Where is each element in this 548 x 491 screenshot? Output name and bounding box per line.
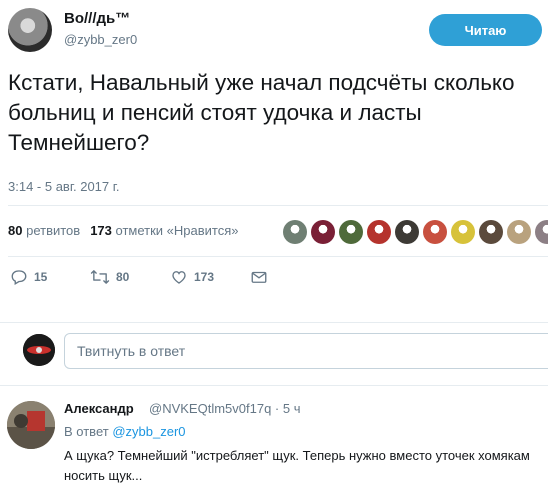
liker-avatar-6[interactable] <box>423 220 447 244</box>
retweets-stat[interactable]: 80 ретвитов <box>8 223 80 238</box>
tweet-text: Кстати, Навальный уже начал подсчёты ско… <box>8 70 515 155</box>
tweet-actions: 15 80 173 <box>0 268 300 292</box>
reply-in-reply-to: В ответ @zybb_zer0 <box>64 424 186 439</box>
liker-avatar-7[interactable] <box>451 220 475 244</box>
reply-author-handle[interactable]: @NVKEQtlm5v0f17q · 5 ч <box>149 401 300 416</box>
like-count: 173 <box>194 270 215 284</box>
heart-icon <box>172 271 186 284</box>
author-display-name[interactable]: Bo///дь™ <box>64 10 130 27</box>
reply-composer: Твитнуть в ответ <box>0 323 548 385</box>
envelope-icon <box>251 271 267 283</box>
liker-avatar-4[interactable] <box>367 220 391 244</box>
reply-author-name[interactable]: Александр <box>64 401 134 416</box>
retweets-count: 80 <box>8 223 23 238</box>
tweet-header: Bo///дь™ @zybb_zer0 Читаю <box>0 0 548 60</box>
reply-icon <box>11 270 27 285</box>
reply-author-avatar[interactable] <box>7 401 55 449</box>
divider <box>8 205 548 206</box>
author-handle[interactable]: @zybb_zer0 <box>64 32 137 47</box>
tweet-stats: 80 ретвитов 173 отметки «Нравится» <box>8 223 239 238</box>
message-button[interactable] <box>250 268 268 286</box>
tweet-timestamp[interactable]: 3:14 - 5 авг. 2017 г. <box>8 179 120 194</box>
retweet-button[interactable]: 80 <box>90 268 129 286</box>
liker-avatar-1[interactable] <box>283 220 307 244</box>
liker-avatar-8[interactable] <box>479 220 503 244</box>
retweet-icon <box>90 270 110 284</box>
divider <box>0 385 548 386</box>
reply-button[interactable]: 15 <box>10 268 47 286</box>
in-reply-prefix: В ответ <box>64 424 109 439</box>
emblem-icon <box>23 334 55 366</box>
in-reply-handle-link[interactable]: @zybb_zer0 <box>112 424 185 439</box>
like-button[interactable]: 173 <box>170 268 214 286</box>
current-user-avatar[interactable] <box>23 334 55 366</box>
likes-count: 173 <box>90 223 112 238</box>
reply-avatar-image <box>7 401 55 449</box>
likes-label: отметки «Нравится» <box>115 223 239 238</box>
divider <box>8 256 548 257</box>
likes-stat[interactable]: 173 отметки «Нравится» <box>90 223 238 238</box>
liker-avatar-5[interactable] <box>395 220 419 244</box>
author-avatar[interactable] <box>8 8 52 52</box>
reply-count: 15 <box>34 270 48 284</box>
follow-button[interactable]: Читаю <box>429 14 542 46</box>
retweet-count: 80 <box>116 270 130 284</box>
retweets-label: ретвитов <box>26 223 81 238</box>
reply-text: А щука? Темнейший "истребляет" щук. Тепе… <box>64 448 530 483</box>
reply-input[interactable]: Твитнуть в ответ <box>64 333 548 369</box>
liker-avatar-2[interactable] <box>311 220 335 244</box>
liker-avatar-10[interactable] <box>535 220 548 244</box>
likers-avatars <box>283 218 548 246</box>
liker-avatar-3[interactable] <box>339 220 363 244</box>
liker-avatar-9[interactable] <box>507 220 531 244</box>
